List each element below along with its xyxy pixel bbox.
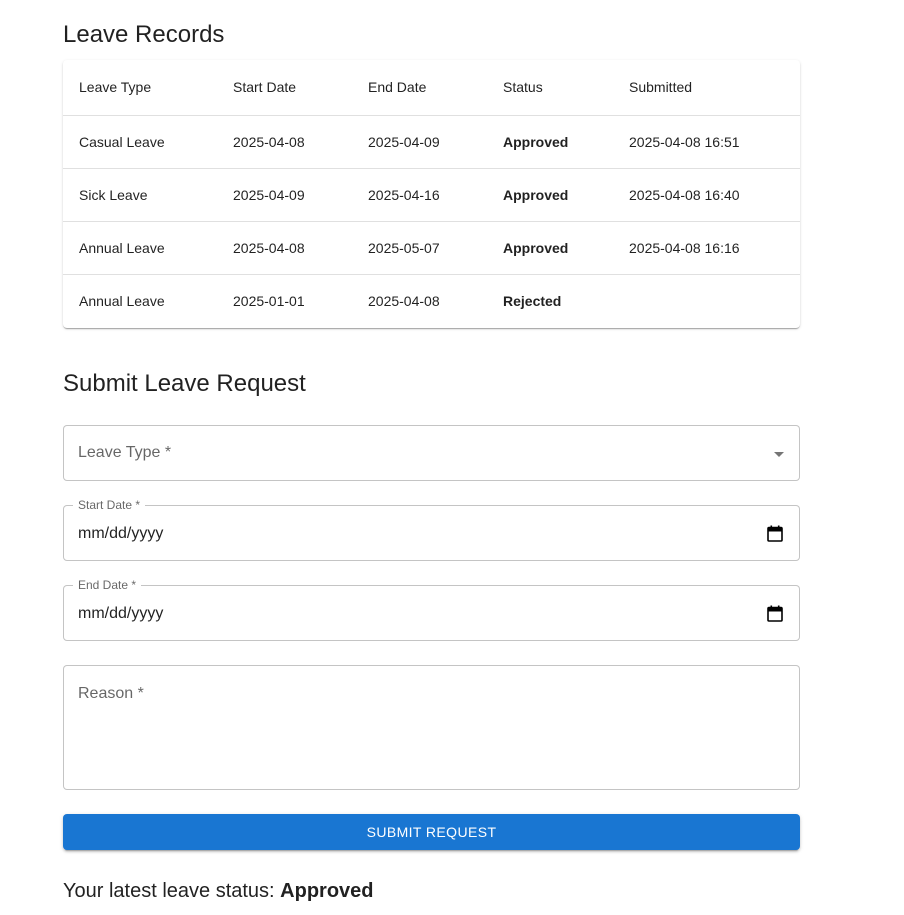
cell-status: Approved: [487, 168, 613, 222]
table-row: Casual Leave 2025-04-08 2025-04-09 Appro…: [63, 115, 800, 169]
table-row: Annual Leave 2025-04-08 2025-05-07 Appro…: [63, 221, 800, 275]
start-date-label: Start Date *: [73, 498, 146, 512]
leave-type-select[interactable]: Leave Type *: [63, 425, 800, 481]
submit-request-button[interactable]: SUBMIT REQUEST: [63, 814, 800, 850]
column-header-end-date: End Date: [352, 60, 487, 116]
submit-leave-request-title: Submit Leave Request: [63, 370, 306, 397]
cell-leave-type: Annual Leave: [63, 221, 217, 275]
cell-submitted: [613, 274, 800, 327]
cell-leave-type: Casual Leave: [63, 115, 217, 169]
table-row: Annual Leave 2025-01-01 2025-04-08 Rejec…: [63, 274, 800, 327]
column-header-leave-type: Leave Type: [63, 60, 217, 116]
cell-end-date: 2025-04-08: [368, 292, 440, 309]
cell-end-date: 2025-04-16: [352, 168, 487, 222]
cell-submitted: 2025-04-08 16:16: [613, 221, 800, 275]
start-date-field[interactable]: Start Date * mm/dd/yyyy: [63, 498, 800, 561]
reason-label: Reason *: [78, 685, 144, 702]
cell-end-date: 2025-05-07: [352, 221, 487, 275]
cell-status: Rejected: [503, 292, 562, 309]
reason-textarea[interactable]: Reason *: [63, 665, 800, 790]
column-header-submitted: Submitted: [613, 60, 800, 116]
end-date-field[interactable]: End Date * mm/dd/yyyy: [63, 578, 800, 641]
cell-status: Approved: [487, 221, 613, 275]
chevron-down-icon[interactable]: [774, 452, 784, 457]
cell-leave-type: Annual Leave: [79, 292, 165, 309]
latest-status-prefix: Your latest leave status:: [63, 880, 281, 902]
column-header-status: Status: [487, 60, 613, 116]
calendar-icon[interactable]: [767, 605, 783, 622]
table-row: Sick Leave 2025-04-09 2025-04-16 Approve…: [63, 168, 800, 222]
cell-submitted: 2025-04-08 16:40: [613, 168, 800, 222]
latest-status-value: Approved: [280, 880, 374, 902]
column-header-start-date: Start Date: [217, 60, 352, 116]
cell-start-date: 2025-04-08: [217, 221, 352, 275]
table-header-row: Leave Type Start Date End Date Status Su…: [63, 60, 800, 116]
cell-end-date: 2025-04-09: [352, 115, 487, 169]
cell-leave-type: Sick Leave: [63, 168, 217, 222]
leave-records-title: Leave Records: [63, 21, 225, 48]
cell-start-date: 2025-01-01: [233, 292, 305, 309]
calendar-icon[interactable]: [767, 525, 783, 542]
leave-records-table-container: Leave Type Start Date End Date Status Su…: [63, 60, 800, 328]
cell-start-date: 2025-04-09: [217, 168, 352, 222]
cell-status: Approved: [487, 115, 613, 169]
end-date-label: End Date *: [73, 578, 142, 592]
end-date-value[interactable]: mm/dd/yyyy: [78, 604, 163, 624]
leave-type-label: Leave Type *: [78, 444, 172, 461]
cell-submitted: 2025-04-08 16:51: [613, 115, 800, 169]
leave-records-table: Leave Type Start Date End Date Status Su…: [63, 60, 800, 327]
cell-start-date: 2025-04-08: [217, 115, 352, 169]
start-date-value[interactable]: mm/dd/yyyy: [78, 524, 163, 544]
latest-leave-status: Your latest leave status: Approved: [63, 879, 374, 903]
